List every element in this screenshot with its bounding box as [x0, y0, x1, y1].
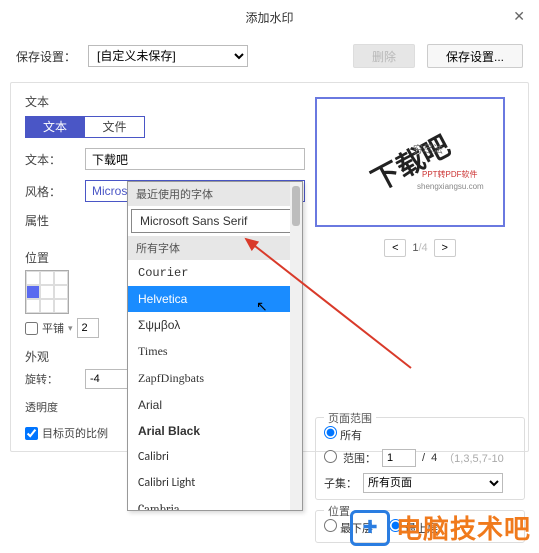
font-item-symbol[interactable]: Σψμβολ — [128, 312, 302, 338]
tile-value[interactable] — [77, 318, 99, 338]
page-range-legend: 页面范围 — [324, 410, 376, 426]
font-item-times[interactable]: Times — [128, 338, 302, 365]
font-item-zapf[interactable]: ZapfDingbats — [128, 365, 302, 392]
font-item-cambria[interactable]: Cambria — [128, 496, 302, 511]
font-item-arial[interactable]: Arial — [128, 392, 302, 418]
save-preset-select[interactable]: [自定义未保存] — [88, 45, 248, 67]
dropdown-header-all: 所有字体 — [128, 236, 302, 260]
save-config-button[interactable]: 保存设置... — [427, 44, 523, 68]
font-item-helvetica[interactable]: Helvetica — [128, 286, 302, 312]
pager-page-display: 1/4 — [412, 242, 427, 254]
tile-checkbox[interactable] — [25, 322, 38, 335]
range-all-radio[interactable]: 所有 — [324, 426, 362, 443]
range-label: 范围： — [343, 450, 376, 466]
style-label: 风格： — [25, 183, 77, 200]
range-from-input[interactable] — [382, 449, 416, 467]
brand-icon — [350, 510, 390, 546]
subset-label: 子集： — [324, 475, 357, 491]
preview-sub3: shengxiangsu.com — [417, 181, 484, 193]
pager-prev-button[interactable]: < — [384, 239, 406, 257]
preview-pane: 下载吧 穷尽法 PPT转PDF软件 shengxiangsu.com — [315, 97, 505, 227]
font-dropdown-list[interactable]: 最近使用的字体 Microsoft Sans Serif 所有字体 Courie… — [127, 181, 303, 511]
range-custom-radio[interactable] — [324, 450, 337, 466]
delete-button[interactable]: 删除 — [353, 44, 415, 68]
font-item-calibri[interactable]: Calibri — [128, 444, 302, 470]
watermark-text-input[interactable] — [85, 148, 305, 170]
font-item-arialblack[interactable]: Arial Black — [128, 418, 302, 444]
position-grid[interactable] — [25, 270, 69, 314]
chevron-down-icon[interactable]: ▾ — [68, 323, 73, 334]
tab-file[interactable]: 文件 — [85, 116, 145, 138]
opacity-label: 透明度 — [25, 399, 77, 415]
position-selected-cell[interactable] — [26, 285, 40, 299]
close-icon[interactable]: ✕ — [513, 8, 525, 25]
font-item-calibrilight[interactable]: Calibri Light — [128, 470, 302, 496]
scale-label: 目标页的比例 — [42, 425, 108, 441]
tab-text[interactable]: 文本 — [25, 116, 85, 138]
pager-next-button[interactable]: > — [434, 239, 456, 257]
text-label: 文本： — [25, 151, 77, 168]
save-preset-label: 保存设置： — [16, 48, 76, 65]
scale-checkbox[interactable] — [25, 427, 38, 440]
dropdown-header-recent: 最近使用的字体 — [128, 182, 302, 206]
rotate-input[interactable] — [85, 369, 131, 389]
brand-watermark: 电脑技术吧 — [350, 509, 531, 546]
subset-select[interactable]: 所有页面 — [363, 473, 503, 493]
tile-label: 平铺 — [42, 320, 64, 336]
scrollbar[interactable] — [290, 182, 302, 510]
preview-sub2: PPT转PDF软件 — [422, 169, 478, 181]
range-total: 4 — [431, 452, 437, 464]
font-item-mssans[interactable]: Microsoft Sans Serif — [131, 209, 299, 233]
dialog-title: 添加水印 — [245, 9, 293, 26]
range-hint: （1,3,5,7-10 — [443, 450, 504, 466]
rotate-label: 旋转： — [25, 371, 77, 387]
brand-text: 电脑技术吧 — [396, 509, 531, 546]
preview-sub1: 穷尽法 — [413, 145, 443, 157]
section-text-header: 文本 — [25, 93, 305, 110]
font-item-courier[interactable]: Courier — [128, 260, 302, 286]
